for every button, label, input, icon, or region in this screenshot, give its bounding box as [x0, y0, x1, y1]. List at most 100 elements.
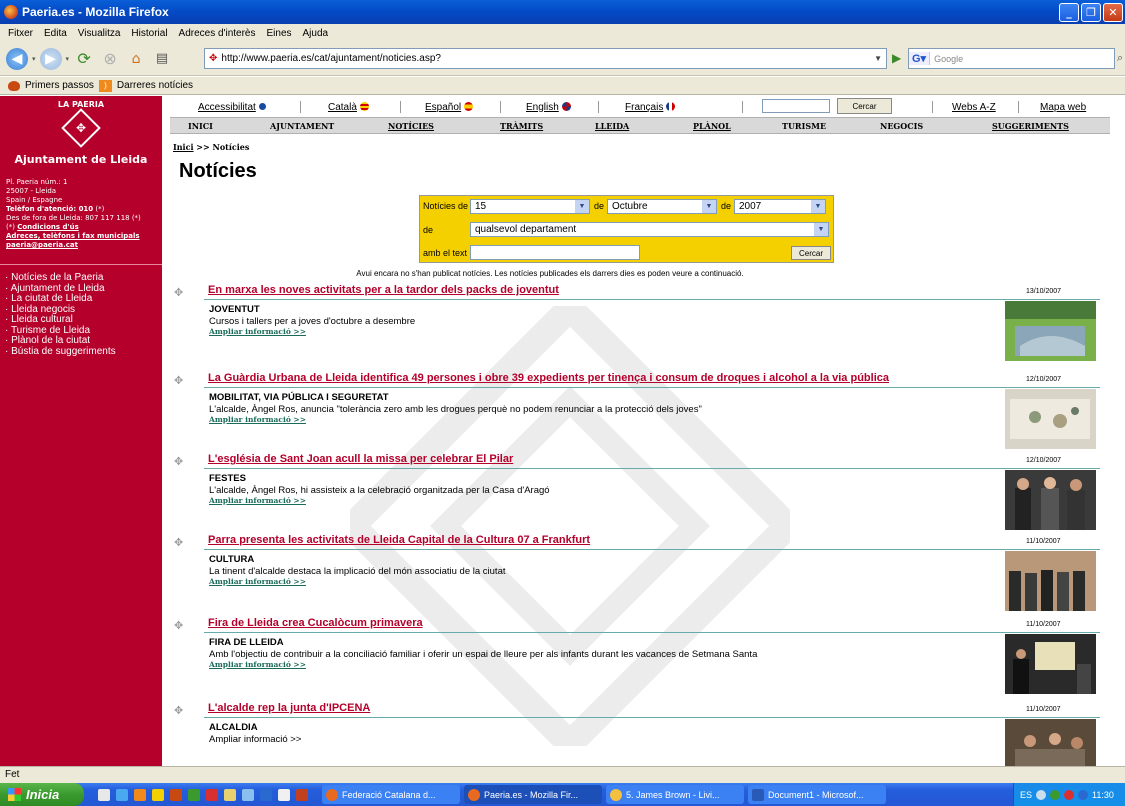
forward-arrow-icon[interactable]: ▶	[40, 48, 62, 70]
addresses-link[interactable]: Adreces, telèfons i fax municipals	[6, 232, 140, 240]
nav-lleida[interactable]: LLEIDA	[595, 121, 629, 131]
news-more-link[interactable]: Ampliar informació >>	[209, 734, 301, 745]
quicklaunch-icon[interactable]	[296, 789, 308, 801]
taskbar-item-james-brown[interactable]: 5. James Brown - Livi...	[606, 785, 744, 804]
menu-historial[interactable]: Historial	[131, 28, 167, 39]
tray-icon[interactable]	[1050, 790, 1060, 800]
lang-english-link[interactable]: English	[526, 102, 571, 113]
home-icon[interactable]: ⌂	[125, 48, 147, 70]
news-title-link[interactable]: L'església de Sant Joan acull la missa p…	[208, 453, 513, 465]
taskbar-item-document1[interactable]: Document1 - Microsof...	[748, 785, 886, 804]
year-select[interactable]: 2007▼	[734, 199, 826, 214]
nav-tramits[interactable]: TRÀMITS	[500, 121, 543, 131]
bookmark-darreres-noticies[interactable]: Darreres notícies	[117, 80, 193, 91]
tray-icon[interactable]	[1064, 790, 1074, 800]
news-more-link[interactable]: Ampliar informació >>	[209, 660, 306, 669]
sidebar-item-planol[interactable]: Plànol de la ciutat	[5, 336, 162, 347]
news-thumbnail-table[interactable]	[1005, 389, 1096, 449]
news-thumbnail-meeting[interactable]	[1005, 719, 1096, 766]
forward-dropdown-icon[interactable]: ▾	[66, 55, 70, 63]
site-search-button[interactable]: Cercar	[837, 98, 892, 114]
news-thumbnail-people[interactable]	[1005, 470, 1096, 530]
back-arrow-icon[interactable]: ◀	[6, 48, 28, 70]
quicklaunch-icon[interactable]	[98, 789, 110, 801]
conditions-link[interactable]: Condicions d'ús	[17, 223, 79, 231]
tray-icon[interactable]	[1036, 790, 1046, 800]
lang-catala-link[interactable]: Català	[328, 102, 369, 113]
tray-icon[interactable]	[1078, 790, 1088, 800]
taskbar-item-federacio[interactable]: Federació Catalana d...	[322, 785, 460, 804]
maximize-button[interactable]: ❐	[1081, 3, 1101, 22]
news-title-link[interactable]: Parra presenta les activitats de Lleida …	[208, 534, 590, 546]
nav-noticies[interactable]: NOTÍCIES	[388, 121, 434, 131]
quicklaunch-icon[interactable]	[134, 789, 146, 801]
email-link[interactable]: paeria@paeria.cat	[6, 241, 78, 249]
url-input[interactable]: ✥ http://www.paeria.es/cat/ajuntament/no…	[204, 48, 887, 69]
filter-search-button[interactable]: Cercar	[791, 246, 831, 260]
news-more-link[interactable]: Ampliar informació >>	[209, 327, 306, 336]
language-indicator[interactable]: ES	[1020, 790, 1032, 800]
news-title-link[interactable]: La Guàrdia Urbana de Lleida identifica 4…	[208, 372, 889, 384]
reload-icon[interactable]: ⟳	[73, 48, 95, 70]
bookmark-primers-passos[interactable]: Primers passos	[25, 80, 94, 91]
nav-suggeriments[interactable]: SUGGERIMENTS	[992, 121, 1069, 131]
google-engine-icon[interactable]: G▾	[909, 52, 930, 65]
day-select[interactable]: 15▼	[470, 199, 590, 214]
quicklaunch-icon[interactable]	[152, 789, 164, 801]
menu-visualitza[interactable]: Visualitza	[78, 28, 121, 39]
sidebar-item-noticies[interactable]: Notícies de la Paeria	[5, 273, 162, 284]
breadcrumb-home-link[interactable]: Inici	[173, 142, 194, 152]
paeria-logo[interactable]: ✥	[61, 108, 101, 148]
search-magnifier-icon[interactable]: ⌕	[1117, 51, 1123, 65]
nav-turisme[interactable]: TURISME	[782, 121, 826, 131]
quicklaunch-icon[interactable]	[116, 789, 128, 801]
start-button[interactable]: Inicia	[0, 783, 84, 806]
sidebar-item-ciutat[interactable]: La ciutat de Lleida	[5, 294, 162, 305]
sitemap-link[interactable]: Mapa web	[1040, 102, 1086, 113]
news-title-link[interactable]: En marxa les noves activitats per a la t…	[208, 284, 559, 296]
news-title-link[interactable]: L'alcalde rep la junta d'IPCENA	[208, 702, 370, 714]
menu-eines[interactable]: Eines	[267, 28, 292, 39]
news-thumbnail-skatepark[interactable]	[1005, 301, 1096, 361]
news-thumbnail-group[interactable]	[1005, 551, 1096, 611]
sidebar-item-cultural[interactable]: Lleida cultural	[5, 315, 162, 326]
webs-az-link[interactable]: Webs A-Z	[952, 102, 996, 113]
nav-ajuntament[interactable]: AJUNTAMENT	[270, 121, 334, 131]
text-search-input[interactable]	[470, 245, 640, 260]
stop-icon[interactable]: ⊗	[99, 48, 121, 70]
quicklaunch-icon[interactable]	[260, 789, 272, 801]
quicklaunch-icon[interactable]	[188, 789, 200, 801]
site-search-input[interactable]	[762, 99, 830, 113]
quicklaunch-icon[interactable]	[278, 789, 290, 801]
nav-negocis[interactable]: NEGOCIS	[880, 121, 923, 131]
quicklaunch-icon[interactable]	[242, 789, 254, 801]
news-more-link[interactable]: Ampliar informació >>	[209, 577, 306, 586]
print-icon[interactable]: ▤	[151, 48, 173, 70]
back-dropdown-icon[interactable]: ▾	[32, 55, 36, 63]
news-more-link[interactable]: Ampliar informació >>	[209, 496, 306, 505]
sidebar-item-bustia[interactable]: Bústia de suggeriments	[5, 347, 162, 358]
lang-francais-link[interactable]: Français	[625, 102, 675, 113]
news-thumbnail-presentation[interactable]	[1005, 634, 1096, 694]
close-button[interactable]: ✕	[1103, 3, 1123, 22]
quicklaunch-icon[interactable]	[170, 789, 182, 801]
department-select[interactable]: qualsevol departament▼	[470, 222, 829, 237]
minimize-button[interactable]: _	[1059, 3, 1079, 22]
menu-adreces[interactable]: Adreces d'interès	[179, 28, 256, 39]
web-search-input[interactable]: G▾ Google	[908, 48, 1115, 69]
news-title-link[interactable]: Fira de Lleida crea Cucalòcum primavera	[208, 617, 423, 629]
menu-fitxer[interactable]: Fitxer	[8, 28, 33, 39]
go-arrow-icon[interactable]: ▶	[892, 51, 901, 65]
menu-ajuda[interactable]: Ajuda	[303, 28, 329, 39]
url-dropdown-icon[interactable]: ▼	[874, 54, 882, 63]
news-more-link[interactable]: Ampliar informació >>	[209, 415, 306, 424]
quicklaunch-icon[interactable]	[224, 789, 236, 801]
accessibility-link[interactable]: Accessibilitat	[198, 102, 266, 113]
lang-espanol-link[interactable]: Español	[425, 102, 473, 113]
menu-edita[interactable]: Edita	[44, 28, 67, 39]
taskbar-item-paeria[interactable]: Paeria.es - Mozilla Fir...	[464, 785, 602, 804]
nav-planol[interactable]: PLÀNOL	[693, 121, 731, 131]
nav-inici[interactable]: INICI	[188, 121, 213, 131]
month-select[interactable]: Octubre▼	[607, 199, 717, 214]
quicklaunch-icon[interactable]	[206, 789, 218, 801]
